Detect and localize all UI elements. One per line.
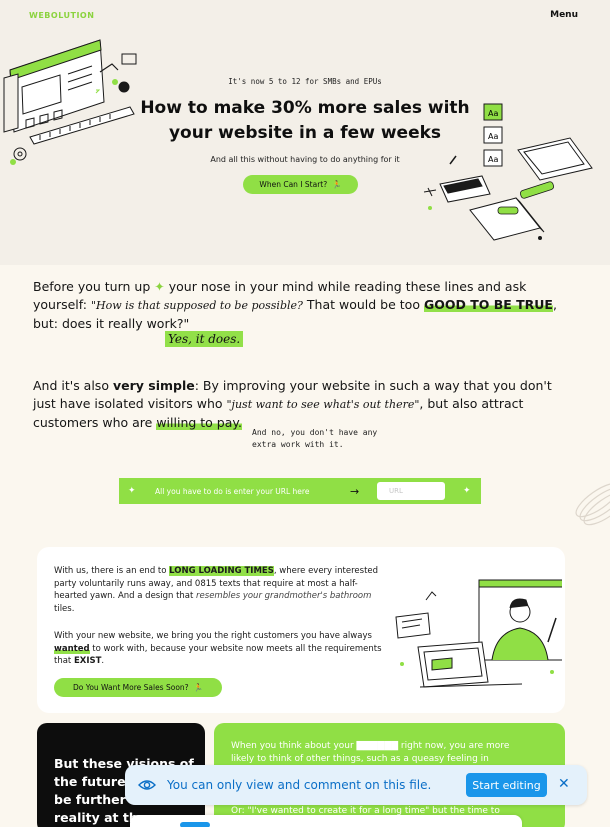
benefits-text-2c: . [101, 656, 105, 666]
sparkle-icon: ✦ [128, 486, 136, 496]
intro-text-2a: And it's also [33, 378, 109, 393]
intro-text-1c: That would be too [306, 297, 420, 312]
font-sample-2: Aa [488, 132, 498, 141]
more-sales-cta-button[interactable]: Do You Want More Sales Soon? 🏃 [54, 678, 222, 697]
loading-times-highlight: LONG LOADING TIMES [169, 566, 274, 576]
benefits-text-2a: With your new website, we bring you the … [54, 631, 372, 641]
intro-quote-2: "just want to see what's out there" [226, 398, 420, 411]
url-entry-bar: ✦ All you have to do is enter your URL h… [119, 478, 481, 504]
start-editing-button[interactable]: Start editing [466, 773, 547, 797]
sparkle-icon: ✦ [154, 279, 165, 294]
benefits-italic: resembles your grandmother's bathroom [196, 591, 372, 601]
benefits-text-1: With us, there is an end to LONG LOADING… [54, 565, 389, 615]
hero-section: WEBOLUTION Menu It's now 5 to 12 for SMB… [0, 0, 610, 265]
view-only-banner: You can only view and comment on this fi… [125, 765, 587, 805]
font-sample-3: Aa [488, 155, 498, 164]
benefits-text-1c: tiles. [54, 603, 75, 614]
person-on-screen-illustration [395, 579, 562, 688]
no-extra-work-note: And no, you don't have any extra work wi… [252, 428, 378, 449]
running-person-icon: 🏃 [332, 180, 342, 189]
arrow-right-icon: → [350, 484, 360, 498]
intro-text-1a: Before you turn up [33, 279, 151, 294]
running-person-icon: 🏃 [193, 683, 203, 692]
decorative-loops [575, 482, 610, 526]
benefits-text-2: With your new website, we bring you the … [54, 630, 389, 668]
menu-button[interactable]: Menu [550, 10, 578, 20]
url-bar-label: All you have to do is enter your URL her… [155, 486, 310, 496]
close-icon[interactable]: ✕ [558, 776, 570, 792]
toolbar-indicator[interactable] [180, 822, 210, 827]
yes-it-does-highlight: Yes, it does. [165, 331, 244, 347]
benefits-text-1a: With us, there is an end to [54, 566, 167, 576]
start-cta-label: When Can I Start? [259, 180, 328, 189]
font-sample-1: Aa [488, 109, 498, 118]
exist-bold: EXIST [73, 656, 102, 666]
sparkle-icon: ✦ [463, 486, 471, 496]
bottom-toolbar [130, 815, 522, 827]
more-sales-cta-label: Do You Want More Sales Soon? [72, 683, 189, 692]
intro-bold-2: very simple [112, 378, 195, 393]
intro-paragraph-1: Before you turn up ✦ your nose in your m… [33, 278, 578, 333]
intro-highlight-2: willing to pay. [156, 415, 242, 430]
brand-logo[interactable]: WEBOLUTION [29, 11, 94, 20]
intro-quote-1: "How is that supposed to be possible? [90, 299, 303, 312]
think-about-text: When you think about your ▇▇▇▇▇▇ right n… [231, 741, 510, 764]
start-cta-button[interactable]: When Can I Start? 🏃 [243, 175, 358, 194]
wanted-highlight: wanted [54, 643, 90, 654]
hero-kicker: It's now 5 to 12 for SMBs and EPUs [228, 77, 382, 86]
intro-bold-1: GOOD TO BE TRUE [423, 297, 553, 312]
benefits-card: With us, there is an end to LONG LOADING… [37, 547, 565, 713]
typography-tools-illustration: Aa Aa Aa [423, 103, 593, 241]
intro-paragraph-2: And it's also very simple: By improving … [33, 377, 578, 432]
eye-icon [138, 780, 156, 790]
url-input[interactable]: URL [377, 482, 445, 500]
view-only-message: You can only view and comment on this fi… [167, 778, 432, 792]
